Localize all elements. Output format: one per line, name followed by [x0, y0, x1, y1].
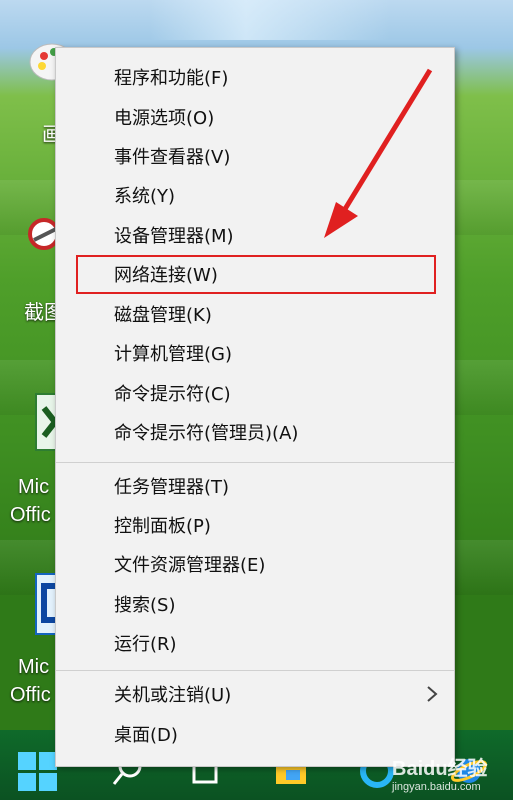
watermark-url: jingyan.baidu.com [392, 781, 481, 793]
watermark-brand: Baidu经验 [392, 758, 488, 780]
red-arrow-annotation [324, 68, 433, 238]
baidu-jingyan-watermark: Baidu经验 jingyan.baidu.com [392, 752, 510, 798]
